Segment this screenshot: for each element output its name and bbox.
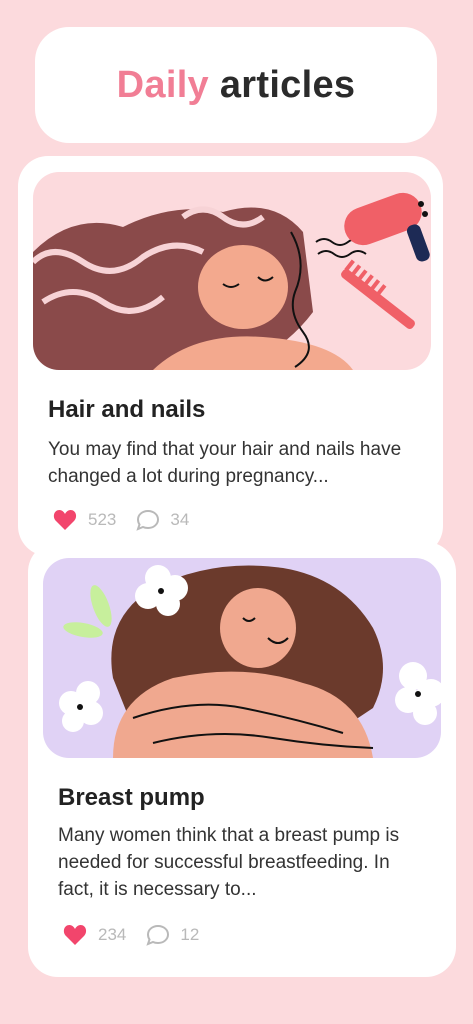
comments-count: 12 bbox=[180, 925, 200, 944]
comments-stat[interactable]: 12 bbox=[146, 924, 199, 946]
likes-stat[interactable]: 234 bbox=[62, 924, 126, 946]
page-title: Daily articles bbox=[117, 64, 356, 107]
article-title: Breast pump bbox=[58, 784, 205, 811]
mother-baby-illustration bbox=[43, 558, 441, 758]
header-card: Daily articles bbox=[35, 27, 437, 143]
likes-count: 234 bbox=[98, 925, 127, 944]
likes-count: 523 bbox=[88, 510, 117, 529]
article-description: Many women think that a breast pump is n… bbox=[58, 825, 400, 900]
article-card-hair-and-nails[interactable]: Hair and nails You may find that your ha… bbox=[18, 156, 443, 556]
title-main: articles bbox=[219, 63, 356, 106]
heart-icon bbox=[63, 925, 87, 945]
article-stats: 523 34 bbox=[52, 509, 209, 531]
comments-stat[interactable]: 34 bbox=[136, 509, 189, 531]
title-accent: Daily bbox=[116, 63, 209, 106]
heart-icon bbox=[53, 510, 77, 530]
hair-dryer-illustration bbox=[33, 172, 431, 370]
article-stats: 234 12 bbox=[62, 924, 219, 946]
article-card-breast-pump[interactable]: Breast pump Many women think that a brea… bbox=[28, 542, 456, 977]
likes-stat[interactable]: 523 bbox=[52, 509, 116, 531]
article-description: You may find that your hair and nails ha… bbox=[48, 439, 402, 487]
comment-bubble-icon bbox=[136, 509, 160, 531]
article-title: Hair and nails bbox=[48, 396, 206, 423]
comment-bubble-icon bbox=[146, 924, 170, 946]
comments-count: 34 bbox=[170, 510, 190, 529]
